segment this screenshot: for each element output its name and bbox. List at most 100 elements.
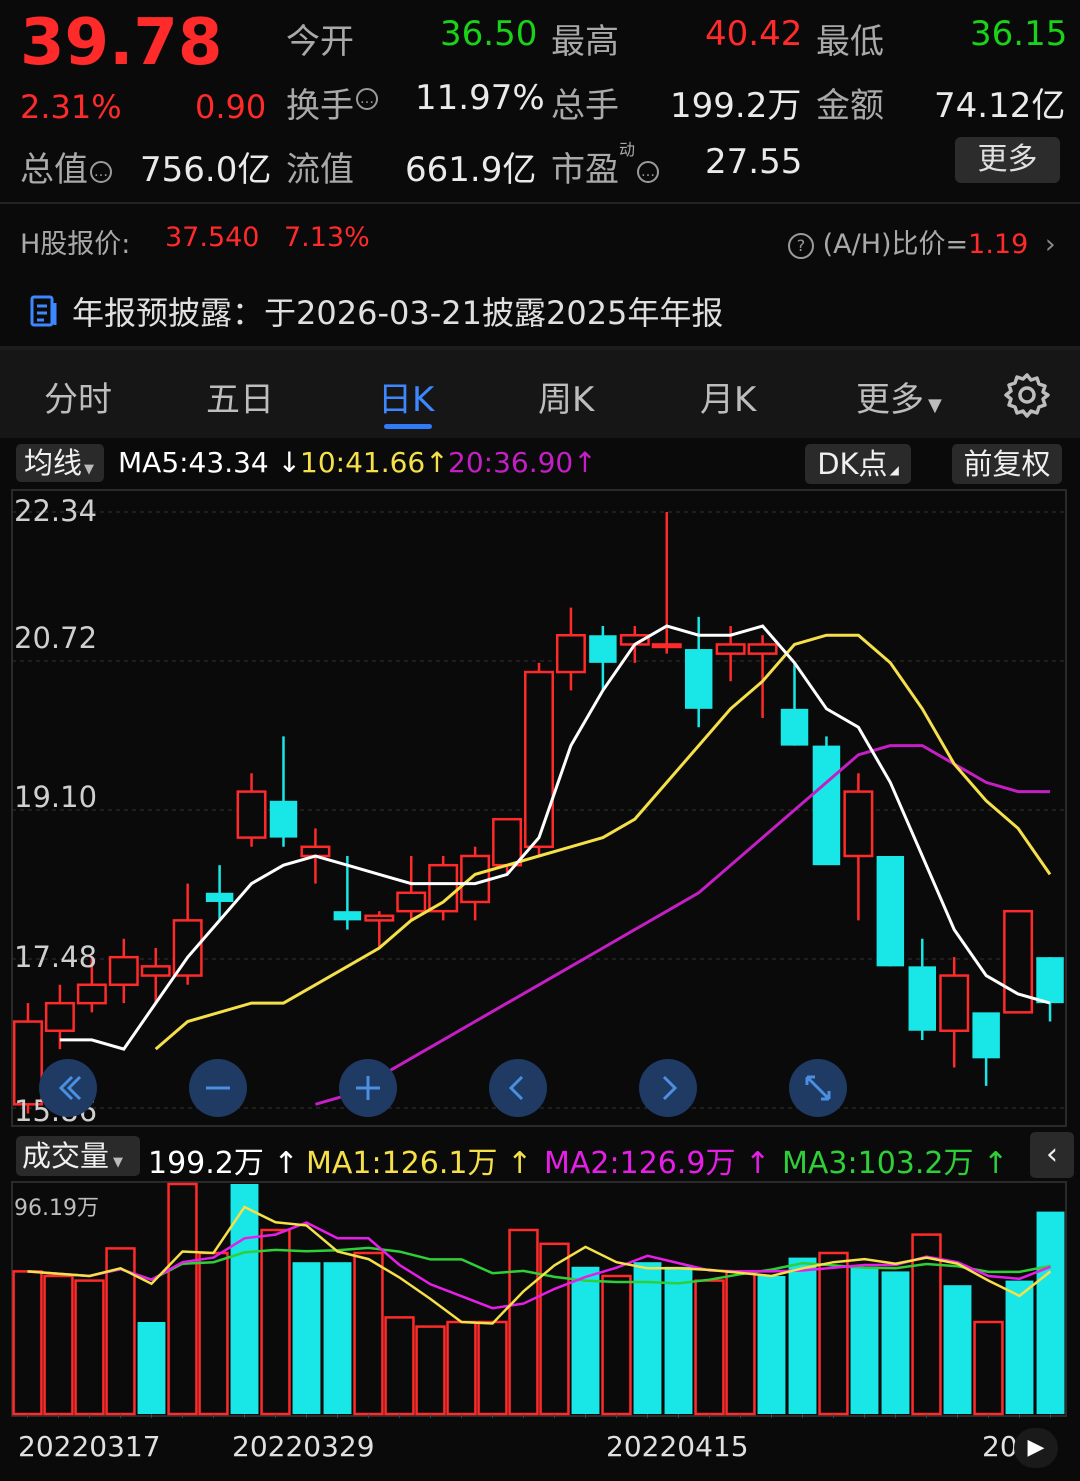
candle-body bbox=[684, 649, 713, 709]
candle-body bbox=[555, 633, 586, 674]
volume-bar bbox=[260, 1228, 291, 1416]
last-price: 39.78 bbox=[20, 6, 223, 80]
high-value: 40.42 bbox=[705, 14, 803, 54]
volume-bar bbox=[477, 1320, 508, 1416]
volume-bar bbox=[725, 1270, 756, 1416]
volume-bar bbox=[973, 1320, 1004, 1416]
volume-bar bbox=[633, 1262, 662, 1414]
x-tick-label: 20220317 bbox=[18, 1430, 161, 1463]
y-tick-label: 20.72 bbox=[14, 621, 98, 655]
turnover-label[interactable]: 换手… bbox=[286, 78, 378, 127]
volume-bar bbox=[850, 1266, 879, 1414]
high-label: 最高 bbox=[551, 22, 619, 62]
arrow-up-icon: ↑ bbox=[735, 1146, 771, 1181]
collapse-button[interactable]: ‹ bbox=[1030, 1132, 1074, 1178]
caret-down-icon: ▼ bbox=[113, 1155, 124, 1170]
more-button[interactable]: 更多 bbox=[955, 137, 1060, 183]
help-icon[interactable]: ? bbox=[788, 232, 814, 259]
ma-selector[interactable]: 均线 ▼ bbox=[16, 444, 104, 482]
candle-body bbox=[939, 974, 970, 1032]
candle-body bbox=[589, 635, 617, 663]
tab-monthly-k[interactable]: 月K bbox=[700, 372, 756, 421]
expand-button[interactable] bbox=[789, 1059, 847, 1117]
tab-active-indicator bbox=[384, 424, 432, 429]
volume-bar bbox=[664, 1266, 693, 1414]
candle-body bbox=[333, 911, 362, 921]
volume-bar bbox=[137, 1322, 166, 1414]
volume-bar bbox=[539, 1242, 570, 1416]
arrow-down-icon: ↓ bbox=[268, 446, 302, 479]
y-tick-label: 17.48 bbox=[14, 940, 98, 974]
volume-bar bbox=[74, 1279, 105, 1416]
tab-weekly-k[interactable]: 周K bbox=[538, 372, 594, 421]
scroll-right-button[interactable] bbox=[639, 1059, 697, 1117]
volume-max-label: 96.19万 bbox=[14, 1196, 99, 1221]
scroll-left-button[interactable] bbox=[489, 1059, 547, 1117]
candle-body bbox=[908, 966, 937, 1031]
volume-bar bbox=[818, 1251, 849, 1416]
notice-row[interactable]: 年报预披露：于2026-03-21披露2025年年报 bbox=[30, 288, 723, 335]
volume-bar bbox=[601, 1274, 632, 1416]
low-label: 最低 bbox=[816, 22, 884, 62]
ma10-readout: 10:41.66↑ bbox=[300, 446, 449, 479]
tab-daily-k[interactable]: 日K bbox=[378, 372, 434, 421]
ah-ratio[interactable]: ? (A/H)比价=1.19 › bbox=[788, 222, 1056, 261]
candle-body bbox=[812, 745, 841, 866]
info-icon[interactable]: … bbox=[637, 160, 660, 183]
ma5-line bbox=[59, 624, 1051, 1051]
tab-intraday[interactable]: 分时 bbox=[44, 372, 112, 421]
tab-more[interactable]: 更多 ▼ bbox=[856, 372, 942, 421]
zoom-in-button[interactable] bbox=[339, 1059, 397, 1117]
hshare-pct: 7.13% bbox=[284, 222, 370, 253]
candlestick-chart[interactable] bbox=[0, 488, 1080, 1128]
corner-triangle-icon: ◢ bbox=[889, 463, 899, 477]
tab-five-day[interactable]: 五日 bbox=[206, 372, 274, 421]
volume-bar bbox=[415, 1325, 446, 1416]
change-amount: 0.90 bbox=[195, 88, 267, 126]
zoom-out-button[interactable] bbox=[189, 1059, 247, 1117]
x-tick-label: 20220415 bbox=[606, 1430, 749, 1463]
x-tick-label: 20 bbox=[982, 1430, 1018, 1463]
volume-bar bbox=[384, 1316, 415, 1416]
scroll-end-button[interactable]: ▶ bbox=[1014, 1428, 1058, 1468]
arrow-up-icon: ↑ bbox=[973, 1146, 1009, 1181]
volume-bar bbox=[508, 1228, 539, 1416]
y-tick-label: 19.10 bbox=[14, 780, 98, 814]
volume-selector[interactable]: 成交量 ▼ bbox=[16, 1136, 140, 1176]
pe-value: 27.55 bbox=[705, 142, 803, 182]
volume-bar bbox=[694, 1279, 725, 1416]
adjust-button[interactable]: 前复权 bbox=[952, 444, 1062, 484]
rewind-button[interactable] bbox=[39, 1059, 97, 1117]
gear-icon[interactable] bbox=[1004, 372, 1050, 422]
volume-label: 总手 bbox=[551, 86, 619, 126]
volume-bar bbox=[1036, 1211, 1065, 1414]
info-icon[interactable]: … bbox=[356, 87, 378, 110]
ma20-line bbox=[314, 744, 1050, 1106]
candle-body bbox=[715, 643, 746, 655]
volume-bar bbox=[757, 1276, 786, 1414]
volume-bar bbox=[323, 1262, 352, 1414]
total-value-label[interactable]: 总值… bbox=[20, 142, 112, 191]
chevron-right-icon: › bbox=[1044, 229, 1056, 260]
float-value: 661.9亿 bbox=[405, 150, 537, 190]
dk-point-button[interactable]: DK点 ◢ bbox=[805, 444, 911, 484]
caret-down-icon: ▼ bbox=[84, 462, 95, 477]
volume-chart[interactable] bbox=[0, 1180, 1080, 1420]
pe-label[interactable]: 市盈动… bbox=[551, 140, 660, 191]
y-tick-label: 22.34 bbox=[14, 494, 98, 528]
volume-bar bbox=[446, 1320, 477, 1416]
info-icon[interactable]: … bbox=[90, 160, 112, 183]
candle-body bbox=[780, 708, 809, 746]
turnover-value: 11.97% bbox=[415, 78, 545, 118]
candle-body bbox=[396, 891, 427, 913]
vol-ma2-readout: MA2:126.9万 ↑ bbox=[544, 1146, 771, 1181]
volume-bar bbox=[881, 1271, 910, 1414]
arrow-up-icon: ↑ bbox=[263, 1146, 299, 1181]
candle-body bbox=[269, 800, 298, 838]
candle-body bbox=[364, 914, 395, 922]
candle-body bbox=[428, 863, 459, 913]
candle-body bbox=[236, 790, 267, 839]
candle-body bbox=[44, 1001, 75, 1032]
amount-value: 74.12亿 bbox=[934, 86, 1066, 126]
document-icon bbox=[30, 295, 58, 335]
